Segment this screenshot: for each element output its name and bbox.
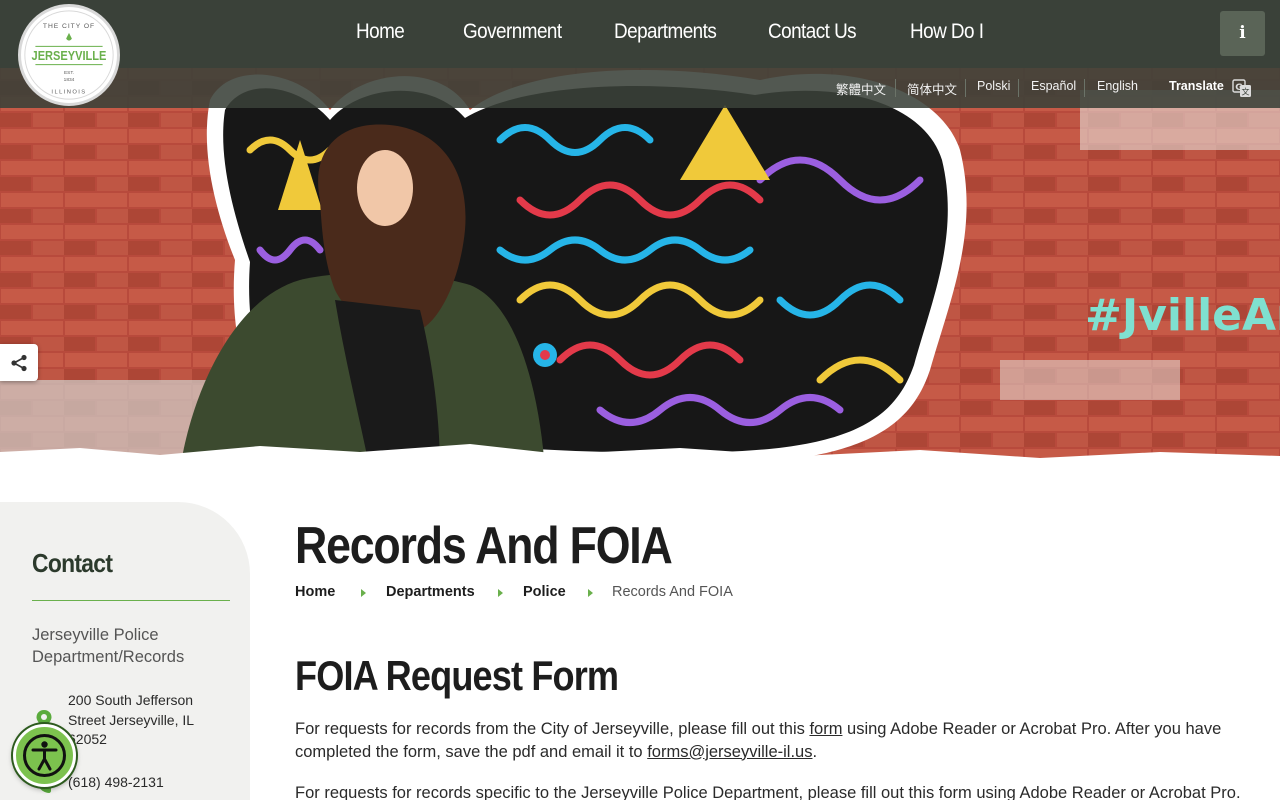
nav-contact-us[interactable]: Contact Us — [768, 20, 857, 44]
section-title: FOIA Request Form — [295, 652, 619, 699]
paragraph-text: . — [812, 742, 818, 761]
breadcrumb-arrow-icon — [361, 589, 366, 597]
forms-email-link[interactable]: forms@jerseyville-il.us — [647, 743, 812, 761]
lang-polish[interactable]: Polski — [977, 79, 1010, 93]
info-icon: i — [1239, 23, 1246, 43]
foia-paragraph-police: For requests for records specific to the… — [295, 784, 1241, 800]
share-icon — [11, 354, 27, 372]
share-button[interactable] — [0, 344, 38, 381]
foia-paragraph-city: For requests for records from the City o… — [295, 718, 1255, 763]
contact-heading: Contact — [32, 548, 113, 578]
svg-text:EST.: EST. — [64, 70, 74, 76]
breadcrumb-departments[interactable]: Departments — [386, 584, 475, 600]
page-title: Records And FOIA — [295, 517, 673, 575]
breadcrumb-home[interactable]: Home — [295, 584, 335, 600]
svg-text:文: 文 — [1242, 87, 1250, 97]
divider — [32, 600, 230, 601]
breadcrumb-police[interactable]: Police — [523, 584, 566, 600]
city-seal-icon: THE CITY OF JERSEYVILLE EST. 1834 ILLINO… — [24, 10, 114, 100]
paragraph-text: For requests for records from the City o… — [295, 720, 810, 738]
lang-traditional-chinese[interactable]: 繁體中文 — [836, 79, 886, 98]
divider — [895, 79, 896, 97]
accessibility-icon — [23, 734, 66, 777]
translate-button[interactable]: Translate — [1169, 79, 1224, 93]
breadcrumb-arrow-icon — [588, 589, 593, 597]
divider — [1018, 79, 1019, 97]
lang-english[interactable]: English — [1097, 79, 1138, 93]
city-form-link[interactable]: form — [809, 720, 842, 738]
divider — [1084, 79, 1085, 97]
nav-how-do-i[interactable]: How Do I — [910, 20, 984, 44]
svg-text:THE CITY OF: THE CITY OF — [43, 23, 95, 30]
svg-text:1834: 1834 — [64, 77, 75, 83]
city-logo[interactable]: THE CITY OF JERSEYVILLE EST. 1834 ILLINO… — [18, 4, 120, 106]
language-bar — [0, 68, 1280, 108]
breadcrumb-arrow-icon — [498, 589, 503, 597]
mural-text: #JvilleAr — [1085, 290, 1280, 341]
breadcrumb-current: Records And FOIA — [612, 584, 733, 600]
info-button[interactable]: i — [1220, 11, 1265, 56]
svg-text:ILLINOIS: ILLINOIS — [51, 89, 86, 95]
translate-icon[interactable]: G 文 — [1232, 78, 1252, 98]
accessibility-button[interactable] — [13, 724, 76, 787]
lang-spanish[interactable]: Español — [1031, 79, 1076, 93]
divider — [965, 79, 966, 97]
svg-text:JERSEYVILLE: JERSEYVILLE — [32, 49, 107, 63]
nav-departments[interactable]: Departments — [614, 20, 717, 44]
contact-address[interactable]: 200 South Jefferson Street Jerseyville, … — [68, 691, 218, 750]
nav-government[interactable]: Government — [463, 20, 562, 44]
nav-home[interactable]: Home — [356, 20, 405, 44]
contact-department: Jerseyville Police Department/Records — [32, 626, 185, 666]
contact-phone[interactable]: (618) 498-2131 — [68, 774, 164, 790]
lang-simplified-chinese[interactable]: 简体中文 — [907, 79, 957, 98]
